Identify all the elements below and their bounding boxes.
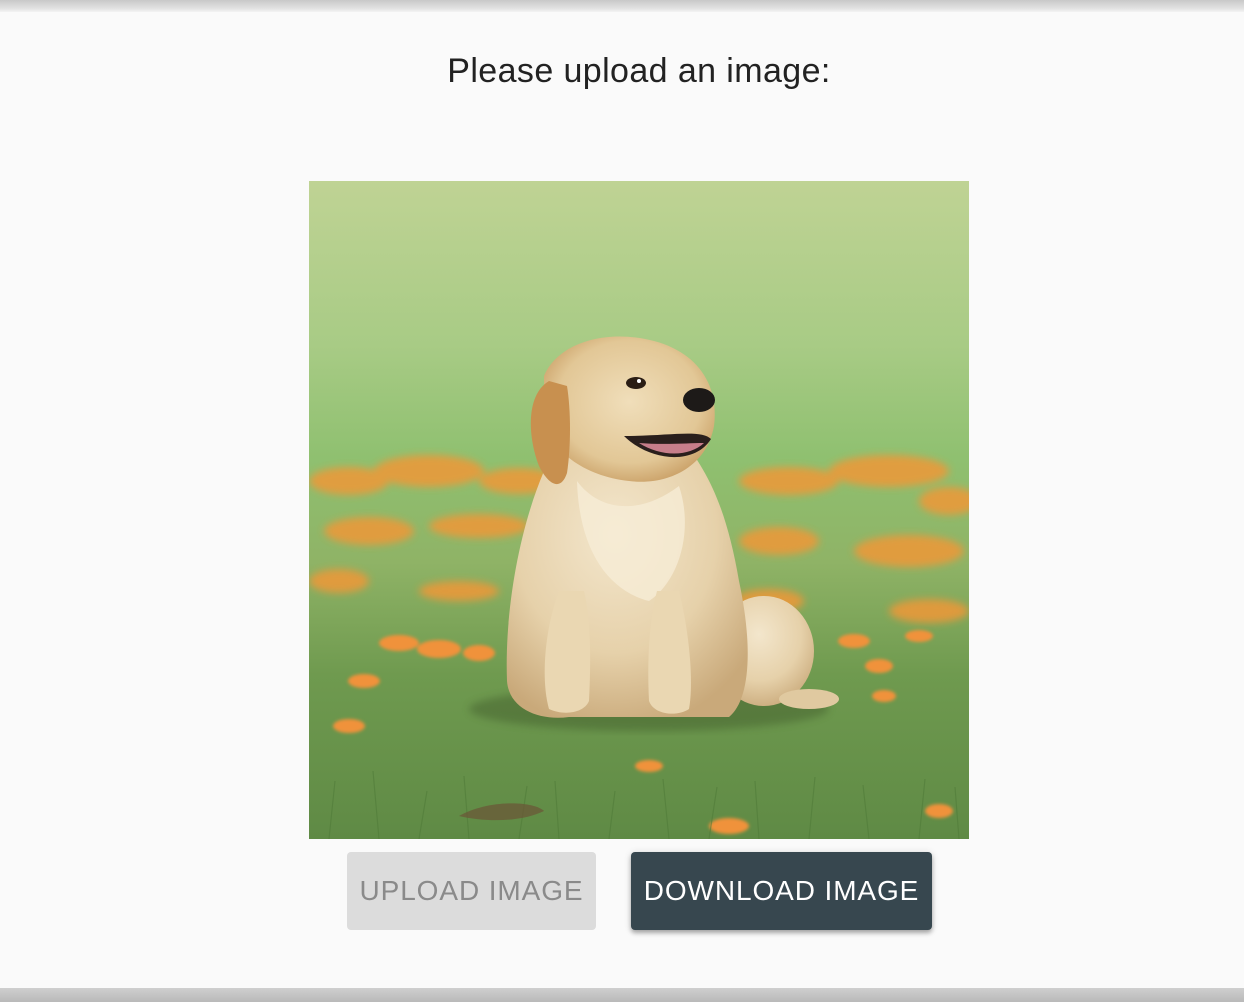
bottom-shadow-bar <box>0 988 1244 1002</box>
upload-image-button[interactable]: Upload Image <box>347 852 596 930</box>
image-preview <box>309 181 969 839</box>
page: Please upload an image: UPLOAD IMAGE DOW… <box>0 0 1244 1002</box>
top-shadow-bar <box>0 0 1244 12</box>
upload-prompt: Please upload an image: <box>447 52 831 90</box>
puppy-photo-icon <box>309 181 969 839</box>
download-image-button[interactable]: Download Image <box>631 852 932 930</box>
